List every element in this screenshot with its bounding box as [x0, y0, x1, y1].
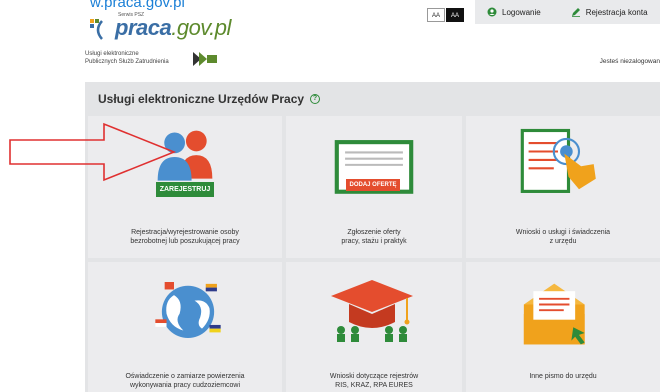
login-status-text: Jesteś niezalogowan	[599, 58, 660, 65]
add-offer-button[interactable]: DODAJ OFERTĘ	[346, 179, 400, 191]
tile-registers-label: Wnioski dotyczące rejestrów RIS, KRAZ, R…	[329, 373, 419, 389]
tile-job-offer-label: Zgłoszenie oferty pracy, stażu i praktyk	[341, 229, 407, 245]
register-account-link[interactable]: Rejestracja konta	[571, 7, 648, 17]
login-label: Logowanie	[502, 7, 541, 17]
tile-foreigner-statement-label: Oświadczenie o zamiarze powierzenia wyko…	[125, 373, 245, 389]
logo-brand-domain: .gov.pl	[171, 15, 231, 40]
tile-applications-label: Wnioski o usługi i świadczenia z urzędu	[515, 229, 611, 245]
register-button[interactable]: ZAREJESTRUJ	[156, 182, 214, 197]
globe-flags-icon	[155, 282, 221, 338]
register-label: Rejestracja konta	[585, 7, 648, 17]
tile-other-letter[interactable]: Inne pismo do urzędu	[466, 262, 660, 392]
font-normal-button[interactable]: AA	[427, 8, 445, 22]
tile-job-offer[interactable]: DODAJ OFERTĘ Zgłoszenie oferty pracy, st…	[286, 116, 462, 258]
praca-gov-logo[interactable]: Serwis PSZ praca.gov.pl	[85, 12, 235, 44]
tile-registration-label: Rejestracja/wyrejestrowanie osoby bezrob…	[130, 229, 240, 245]
logo-mark-icon	[90, 19, 103, 40]
pencil-icon	[571, 8, 580, 17]
login-link[interactable]: Logowanie	[487, 7, 541, 17]
font-contrast-button[interactable]: AA	[446, 8, 464, 22]
logo-brand: praca.gov.pl	[115, 15, 231, 41]
panel-title: Usługi elektroniczne Urzędów Pracy ?	[98, 92, 321, 106]
logo-brand-main: praca	[115, 15, 172, 40]
envelope-icon	[523, 283, 585, 345]
subtitle-line-2: Publicznych Służb Zatrudnienia	[85, 59, 169, 65]
help-icon[interactable]: ?	[310, 94, 321, 104]
tile-registers[interactable]: Wnioski dotyczące rejestrów RIS, KRAZ, R…	[286, 262, 462, 392]
panel-title-text: Usługi elektroniczne Urzędów Pracy	[98, 92, 305, 106]
subtitle-line-1: Usługi elektroniczne	[85, 51, 139, 57]
site-url-link[interactable]: w.praca.gov.pl	[90, 0, 185, 11]
font-size-switcher: AA AA	[427, 8, 464, 22]
annotation-arrow-icon	[9, 122, 177, 182]
psz-logo-icon	[193, 52, 217, 66]
user-icon	[487, 7, 497, 17]
logo-subtitle: Usługi elektroniczne Publicznych Służb Z…	[85, 50, 169, 66]
touch-document-icon	[520, 128, 596, 193]
graduation-cap-icon	[331, 280, 413, 342]
tile-foreigner-statement[interactable]: Oświadczenie o zamiarze powierzenia wyko…	[88, 262, 282, 392]
tile-other-letter-label: Inne pismo do urzędu	[529, 373, 597, 380]
account-bar: Logowanie Rejestracja konta	[475, 0, 660, 24]
tile-applications[interactable]: Wnioski o usługi i świadczenia z urzędu	[466, 116, 660, 258]
